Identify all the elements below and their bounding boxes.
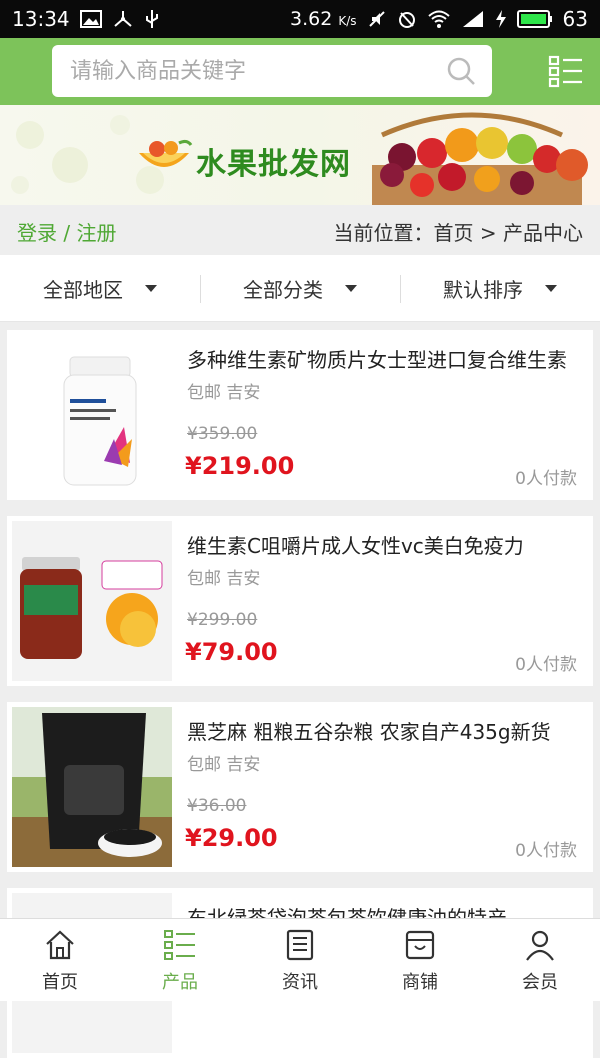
mute-icon bbox=[368, 11, 385, 27]
tab-home-label: 首页 bbox=[42, 972, 78, 993]
usb-icon bbox=[145, 10, 158, 28]
banner[interactable]: 水果批发网 bbox=[0, 105, 600, 205]
product-sales-count: 0人付款 bbox=[515, 469, 577, 489]
product-original-price: ¥359.00 bbox=[187, 424, 258, 444]
search-box[interactable] bbox=[52, 45, 492, 97]
tab-news-label: 资讯 bbox=[282, 972, 318, 993]
banner-title: 水果批发网 bbox=[196, 147, 351, 182]
product-tags: 包邮 吉安 bbox=[187, 569, 261, 589]
filter-bar: 全部地区 全部分类 默认排序 bbox=[0, 255, 600, 322]
news-icon bbox=[286, 929, 314, 961]
product-sales-count: 0人付款 bbox=[515, 655, 577, 675]
product-price: ¥79.00 bbox=[185, 638, 278, 666]
product-original-price: ¥36.00 bbox=[187, 796, 247, 816]
product-name[interactable]: 维生素C咀嚼片成人女性vc美白免疫力 bbox=[187, 530, 577, 559]
battery-level: 63 bbox=[562, 7, 588, 31]
home-icon bbox=[46, 930, 74, 960]
product-image[interactable] bbox=[12, 707, 172, 867]
store-icon bbox=[405, 930, 435, 960]
network-speed: 3.62 K/s bbox=[290, 8, 357, 30]
user-icon bbox=[526, 930, 554, 961]
status-time: 13:34 bbox=[12, 7, 70, 31]
black-sesame-image bbox=[12, 713, 172, 867]
product-original-price: ¥299.00 bbox=[187, 610, 258, 630]
fruit-basket-image bbox=[372, 112, 588, 205]
product-image[interactable] bbox=[12, 521, 172, 681]
image-icon bbox=[79, 10, 102, 28]
login-register-link[interactable]: 登录 / 注册 bbox=[17, 217, 116, 246]
tab-member-label: 会员 bbox=[522, 972, 558, 993]
tab-products-label: 产品 bbox=[162, 972, 198, 993]
filter-region[interactable]: 全部地区 bbox=[0, 255, 200, 321]
bottom-tab-bar: 首页 产品 资讯 商铺 会员 bbox=[0, 918, 600, 1001]
product-tags: 包邮 吉安 bbox=[187, 755, 261, 775]
tab-home[interactable]: 首页 bbox=[0, 919, 120, 1001]
filter-sort[interactable]: 默认排序 bbox=[400, 255, 600, 321]
filter-sort-label: 默认排序 bbox=[443, 277, 523, 302]
tab-member[interactable]: 会员 bbox=[480, 919, 600, 1001]
product-card[interactable]: 维生素C咀嚼片成人女性vc美白免疫力 包邮 吉安 ¥299.00 ¥79.00 … bbox=[7, 516, 593, 686]
product-card[interactable]: 黑芝麻 粗粮五谷杂粮 农家自产435g新货 包邮 吉安 ¥36.00 ¥29.0… bbox=[7, 702, 593, 872]
list-icon bbox=[164, 930, 195, 960]
search-input[interactable] bbox=[68, 57, 446, 85]
product-price: ¥219.00 bbox=[185, 452, 295, 480]
product-card[interactable]: 多种维生素矿物质片女士型进口复合维生素 包邮 吉安 ¥359.00 ¥219.0… bbox=[7, 330, 593, 500]
menu-icon[interactable] bbox=[548, 54, 584, 88]
product-name[interactable]: 多种维生素矿物质片女士型进口复合维生素 bbox=[187, 344, 577, 373]
filter-category[interactable]: 全部分类 bbox=[200, 255, 400, 321]
battery-icon bbox=[516, 10, 552, 28]
tab-store-label: 商铺 bbox=[402, 972, 438, 993]
product-price: ¥29.00 bbox=[185, 824, 278, 852]
breadcrumb[interactable]: 当前位置：首页 > 产品中心 bbox=[334, 217, 583, 246]
vitamin-bottle-image bbox=[63, 356, 137, 486]
fruit-cup-logo bbox=[139, 139, 193, 167]
tab-store[interactable]: 商铺 bbox=[360, 919, 480, 1001]
signal-icon bbox=[462, 11, 483, 27]
product-sales-count: 0人付款 bbox=[515, 841, 577, 861]
caret-down-icon bbox=[145, 284, 157, 292]
product-tags: 包邮 吉安 bbox=[187, 383, 261, 403]
product-name[interactable]: 黑芝麻 粗粮五谷杂粮 农家自产435g新货 bbox=[187, 716, 577, 745]
status-bar: 13:34 3.62 K/s 63 bbox=[0, 0, 600, 38]
tab-products[interactable]: 产品 bbox=[120, 919, 240, 1001]
wifi-icon bbox=[427, 10, 450, 28]
network-icon bbox=[113, 11, 132, 27]
filter-region-label: 全部地区 bbox=[43, 277, 123, 302]
top-header bbox=[0, 38, 600, 105]
vitamin-c-image bbox=[20, 557, 163, 659]
tab-news[interactable]: 资讯 bbox=[240, 919, 360, 1001]
alarm-icon bbox=[398, 12, 415, 28]
caret-down-icon bbox=[545, 284, 557, 292]
caret-down-icon bbox=[345, 284, 357, 292]
product-image[interactable] bbox=[12, 335, 172, 495]
breadcrumb-row: 登录 / 注册 当前位置：首页 > 产品中心 bbox=[0, 205, 600, 255]
charging-icon bbox=[495, 10, 506, 28]
filter-category-label: 全部分类 bbox=[243, 277, 323, 302]
search-icon[interactable] bbox=[446, 56, 476, 86]
